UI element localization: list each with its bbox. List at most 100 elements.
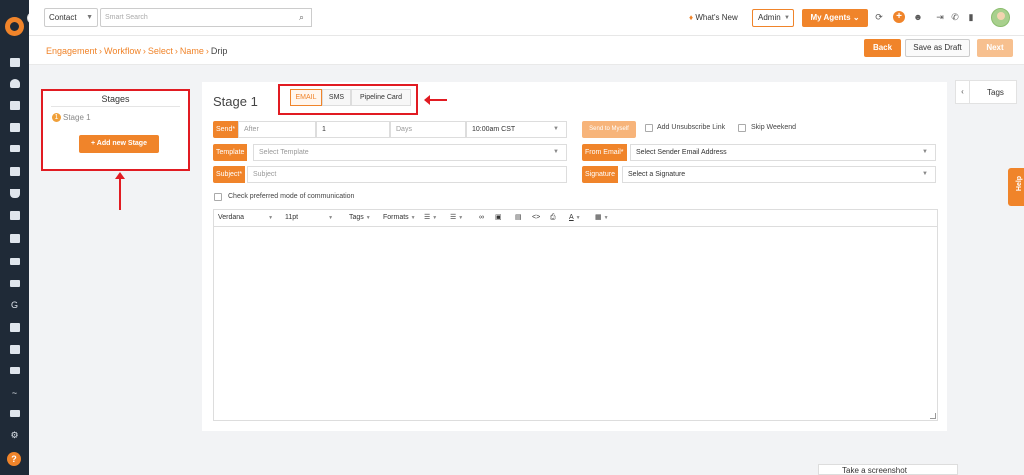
help-tab[interactable]: Help — [1008, 168, 1024, 206]
tags-panel[interactable]: ‹ Tags — [955, 80, 1017, 104]
sub-header: Engagement › Workflow › Select › Name › Drip Bac… — [29, 36, 1024, 65]
annotation-arrow — [115, 172, 125, 210]
link-icon[interactable]: ∞ — [479, 210, 484, 226]
font-family-select[interactable]: Verdana ▼ — [218, 210, 278, 226]
my-agents-button[interactable]: My Agents ⌄ — [802, 9, 868, 27]
chevron-down-icon: ▼ — [328, 215, 334, 221]
signature-select[interactable]: Select a Signature ▼ — [622, 166, 936, 183]
stages-panel: Stages 1 Stage 1 + Add new Stage — [41, 89, 190, 171]
background-color-icon[interactable]: ▦ ▼ — [595, 210, 609, 226]
subject-input[interactable]: Subject — [247, 166, 567, 183]
add-stage-button[interactable]: + Add new Stage — [79, 135, 159, 153]
search-icon[interactable]: ⌕ — [292, 8, 312, 27]
send-label: Send* — [213, 121, 239, 138]
stage-item[interactable]: 1 Stage 1 — [52, 113, 91, 123]
formats-menu[interactable]: Formats ▼ — [383, 210, 416, 226]
admin-select[interactable]: Admin ▼ — [752, 9, 794, 27]
take-screenshot-bar[interactable]: Take a screenshot — [818, 464, 958, 475]
settings-icon[interactable]: ⚙ — [9, 430, 20, 441]
font-size-label: 11pt — [285, 214, 299, 221]
image-icon[interactable]: ▣ — [495, 210, 502, 226]
unsubscribe-checkbox[interactable] — [645, 124, 653, 132]
breadcrumb-separator-icon: › — [99, 46, 103, 56]
numbered-list-icon[interactable]: ☰ ▼ — [450, 210, 463, 226]
media-icon[interactable]: ▤ — [515, 210, 522, 226]
stage-editor-card: Stage 1 EMAIL SMS Pipeline Card Send* Af… — [202, 82, 947, 431]
documents-icon[interactable] — [9, 100, 20, 111]
app-logo[interactable] — [5, 17, 24, 36]
megaphone-icon[interactable] — [9, 210, 20, 221]
stage-title: Stage 1 — [213, 94, 258, 109]
my-agents-label: My Agents — [810, 13, 851, 22]
analytics-icon[interactable] — [9, 409, 20, 420]
contacts-icon[interactable] — [9, 78, 20, 89]
flame-icon: ♦ — [689, 13, 694, 22]
help-icon[interactable]: ? — [7, 452, 21, 466]
chevron-down-icon: ▼ — [553, 149, 559, 155]
email-body-editor[interactable]: Verdana ▼ 11pt ▼ Tags ▼ Formats ▼ ☰ ▼ ☰ ▼ ∞ ▣ … — [213, 209, 938, 421]
back-button[interactable]: Back — [864, 39, 901, 57]
avatar[interactable] — [991, 8, 1010, 27]
tab-pipeline-card[interactable]: Pipeline Card — [351, 89, 411, 106]
breadcrumb-engagement[interactable]: Engagement — [46, 46, 97, 56]
breadcrumb-separator-icon: › — [174, 46, 178, 56]
tags-menu[interactable]: Tags ▼ — [349, 210, 371, 226]
code-icon[interactable]: <> — [532, 210, 540, 226]
search-input[interactable]: Smart Search — [100, 8, 312, 27]
calculator-icon[interactable] — [9, 166, 20, 177]
workflow-icon[interactable]: ~ — [9, 388, 20, 399]
save-draft-button[interactable]: Save as Draft — [905, 39, 970, 57]
funnel-icon[interactable] — [9, 188, 20, 199]
calendar-icon[interactable] — [9, 344, 20, 355]
print-icon[interactable]: ⎙ — [550, 210, 556, 226]
bullet-list-icon[interactable]: ☰ ▼ — [424, 210, 437, 226]
after-field[interactable]: After — [238, 121, 316, 138]
time-select-label: 10:00am CST — [472, 126, 516, 133]
tab-sms[interactable]: SMS — [322, 89, 351, 106]
form-icon[interactable] — [9, 233, 20, 244]
chevron-down-icon: ▼ — [268, 215, 274, 221]
skip-weekend-checkbox[interactable] — [738, 124, 746, 132]
dashboard-icon[interactable] — [9, 57, 20, 68]
from-email-select[interactable]: Select Sender Email Address ▼ — [630, 144, 936, 161]
breadcrumb: Engagement › Workflow › Select › Name › Drip — [46, 46, 227, 56]
google-icon[interactable]: G — [9, 300, 20, 311]
chevron-left-icon[interactable]: ‹ — [956, 81, 970, 103]
phone-icon[interactable]: ✆ — [950, 12, 960, 23]
next-button[interactable]: Next — [977, 39, 1013, 57]
text-color-icon[interactable]: A ▼ — [569, 210, 581, 226]
stage-number-badge: 1 — [52, 113, 61, 123]
whats-new-link[interactable]: ♦ What's New — [689, 13, 738, 22]
template-select[interactable]: Select Template ▼ — [253, 144, 567, 161]
refresh-icon[interactable]: ⟳ — [874, 12, 884, 23]
bank-icon[interactable] — [9, 122, 20, 133]
font-size-select[interactable]: 11pt ▼ — [285, 210, 340, 226]
folder-icon[interactable] — [9, 279, 20, 290]
breadcrumb-name[interactable]: Name — [180, 46, 204, 56]
top-bar: Contact ▼ Smart Search ⌕ ♦ What's New Adm… — [29, 0, 1024, 36]
delay-input[interactable]: 1 — [316, 121, 390, 138]
delay-unit-select[interactable]: Days — [390, 121, 466, 138]
time-select[interactable]: 10:00am CST ▼ — [466, 121, 567, 138]
spreadsheet-icon[interactable] — [9, 322, 20, 333]
mail-icon[interactable] — [9, 366, 20, 377]
chart-icon[interactable] — [9, 257, 20, 268]
font-family-label: Verdana — [218, 214, 245, 221]
add-icon[interactable]: + — [893, 11, 905, 23]
resize-handle[interactable] — [930, 413, 936, 419]
chevron-down-icon: ▼ — [784, 15, 790, 21]
users-icon[interactable]: ☻ — [913, 12, 923, 23]
template-label: Template — [213, 144, 248, 161]
chevron-down-icon: ▼ — [86, 14, 93, 21]
send-to-myself-button[interactable]: Send to Myself — [582, 121, 636, 138]
preferred-mode-checkbox[interactable] — [214, 193, 222, 201]
contact-select[interactable]: Contact ▼ — [44, 8, 98, 27]
breadcrumb-select[interactable]: Select — [148, 46, 173, 56]
help-tab-label: Help — [1016, 175, 1024, 192]
list-icon[interactable] — [9, 144, 20, 155]
mobile-icon[interactable]: ▮ — [966, 12, 976, 23]
tab-email[interactable]: EMAIL — [290, 89, 322, 106]
logout-icon[interactable]: ⇥ — [935, 12, 945, 23]
breadcrumb-workflow[interactable]: Workflow — [104, 46, 141, 56]
signature-select-label: Select a Signature — [628, 171, 686, 178]
